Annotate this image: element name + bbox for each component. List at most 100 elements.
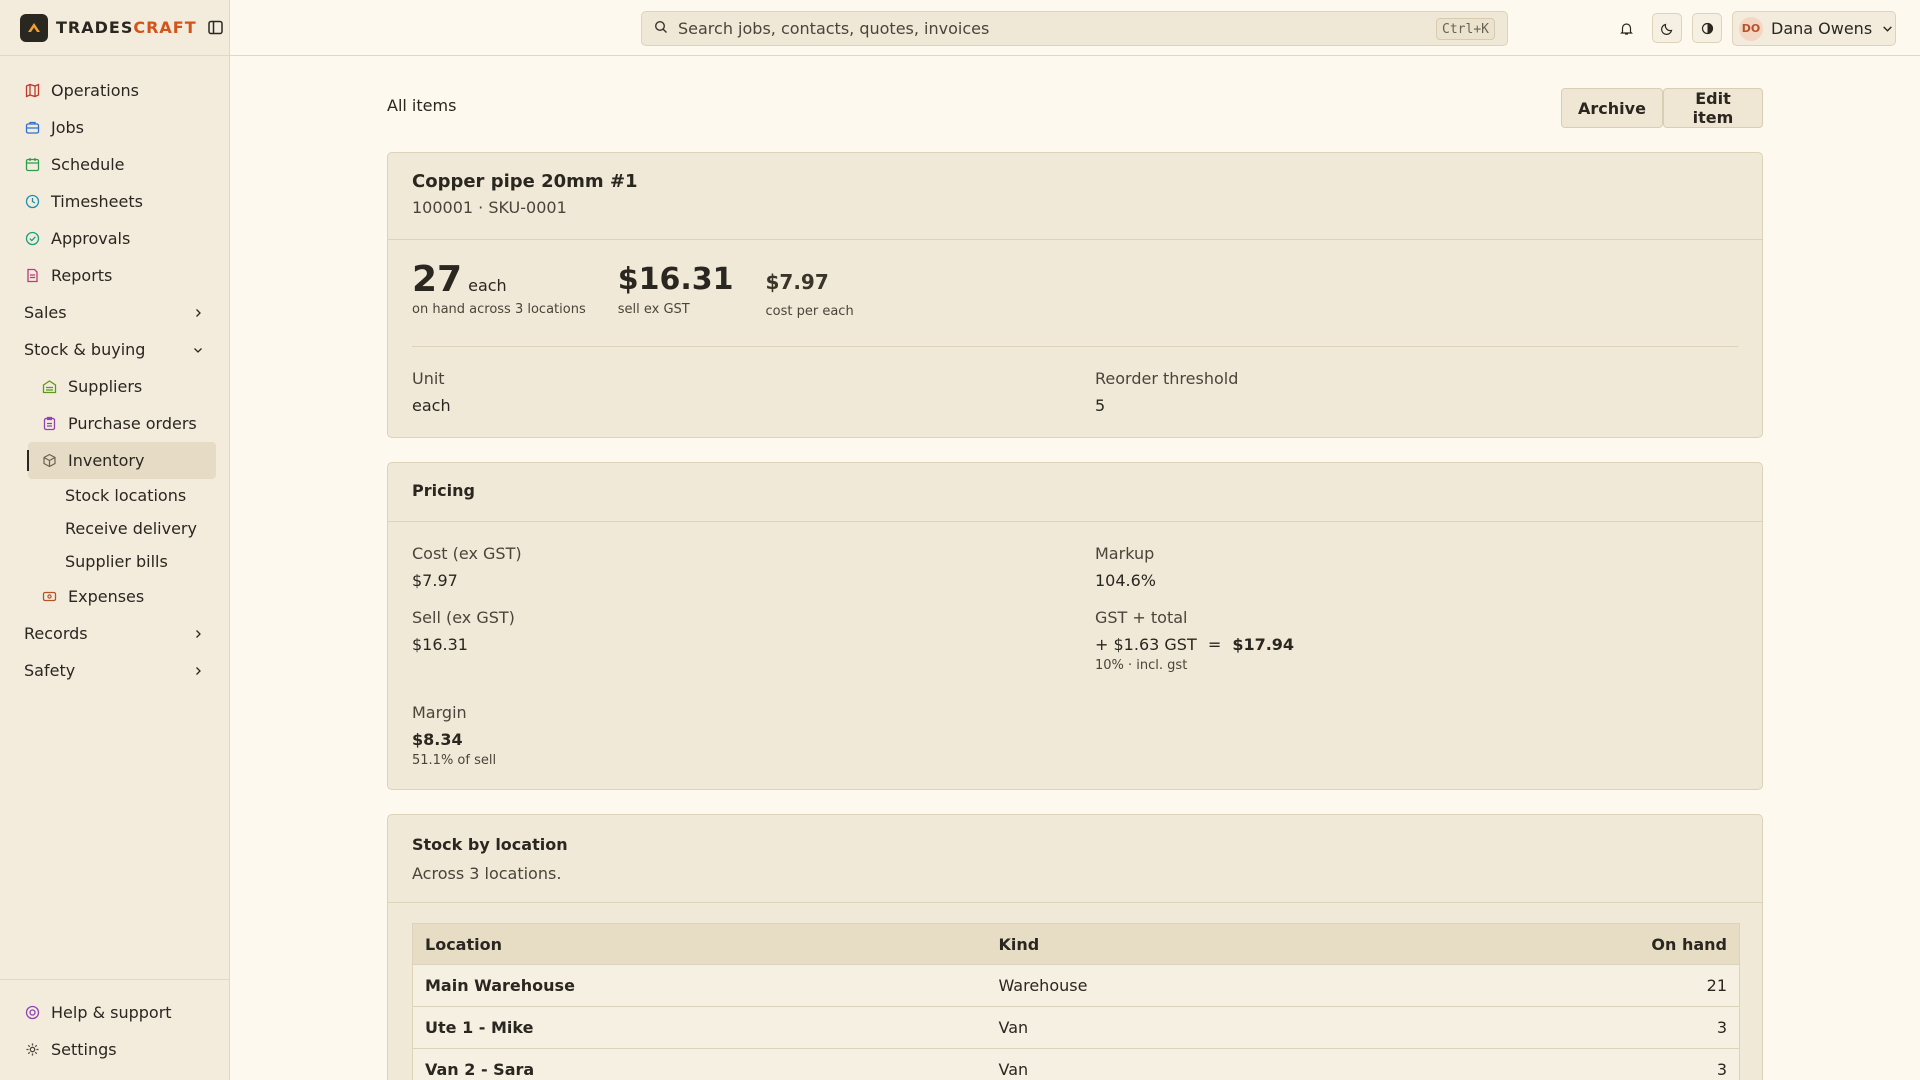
sidebar-item-label: Settings xyxy=(51,1040,117,1059)
calendar-icon xyxy=(24,157,40,173)
clock-icon xyxy=(24,194,40,210)
shortcut-hint: Ctrl+K xyxy=(1436,18,1495,40)
bell-icon[interactable] xyxy=(1611,13,1641,43)
item-name: Copper pipe 20mm #1 xyxy=(412,171,638,192)
field-label: Markup xyxy=(1095,544,1155,563)
sidebar-group-label: Stock & buying xyxy=(24,340,146,359)
field-value: $16.31 xyxy=(412,635,468,654)
column-kind[interactable]: Kind xyxy=(986,923,1561,965)
sidebar-group-sales[interactable]: Sales xyxy=(0,294,229,331)
cell-location: Ute 1 - Mike xyxy=(412,1006,987,1049)
item-stats: 27 each on hand across 3 locations $16.31… xyxy=(388,240,1762,346)
margin-note: 51.1% of sell xyxy=(412,753,497,768)
item-codes: 100001 · SKU-0001 xyxy=(412,198,567,217)
sidebar-item-label: Help & support xyxy=(51,1003,172,1022)
sidebar-item-label: Operations xyxy=(51,81,139,100)
field-label: GST + total xyxy=(1095,608,1188,627)
sidebar-item-label: Inventory xyxy=(68,451,145,470)
field-label: Sell (ex GST) xyxy=(412,608,515,627)
sidebar-item-timesheets[interactable]: Timesheets xyxy=(0,183,229,220)
stock-title: Stock by location xyxy=(412,835,568,854)
sidebar-item-label: Timesheets xyxy=(51,192,143,211)
cost-value: $7.97 xyxy=(765,270,829,294)
gst-field: GST + total + $1.63 GST = $17.94 10% · i… xyxy=(1095,608,1738,673)
chevron-down-icon xyxy=(193,340,203,359)
sidebar-item-schedule[interactable]: Schedule xyxy=(0,146,229,183)
reorder-field: Reorder threshold 5 xyxy=(1095,369,1738,415)
clipboard-icon xyxy=(41,416,57,432)
sidebar-item-purchase-orders[interactable]: Purchase orders xyxy=(0,405,229,442)
table-row[interactable]: Main Warehouse Warehouse 21 xyxy=(412,964,1740,1007)
map-icon xyxy=(24,83,40,99)
on-hand-value: 27 xyxy=(412,259,463,300)
avatar: DO xyxy=(1739,16,1763,41)
receipt-icon xyxy=(41,589,57,605)
sidebar-item-approvals[interactable]: Approvals xyxy=(0,220,229,257)
sidebar-item-expenses[interactable]: Expenses xyxy=(0,578,229,615)
breadcrumb-all-items[interactable]: All items xyxy=(387,96,456,115)
logo-icon[interactable] xyxy=(20,13,48,42)
check-circle-icon xyxy=(24,231,40,247)
sidebar-item-label: Expenses xyxy=(68,587,145,606)
moon-icon[interactable] xyxy=(1652,13,1682,43)
topbar: Search jobs, contacts, quotes, invoices … xyxy=(230,0,1920,56)
table-row[interactable]: Van 2 - Sara Van 3 xyxy=(412,1048,1740,1080)
cost-field: Cost (ex GST) $7.97 xyxy=(412,544,1095,590)
sidebar-item-label: Suppliers xyxy=(68,377,143,396)
edit-item-button[interactable]: Edit item xyxy=(1663,88,1763,128)
sidebar-item-inventory[interactable]: Inventory xyxy=(27,442,216,479)
sidebar-item-jobs[interactable]: Jobs xyxy=(0,109,229,146)
chevron-down-icon xyxy=(1882,19,1893,38)
search-input[interactable]: Search jobs, contacts, quotes, invoices … xyxy=(641,11,1508,46)
sidebar-item-stock-locations[interactable]: Stock locations xyxy=(0,479,229,512)
field-value: each xyxy=(412,396,451,415)
cell-on-hand: 21 xyxy=(1560,964,1740,1007)
stock-by-location-card: Stock by location Across 3 locations. Lo… xyxy=(387,814,1763,1080)
field-value: 104.6% xyxy=(1095,571,1157,590)
user-name: Dana Owens xyxy=(1771,19,1873,38)
sidebar-item-label: Jobs xyxy=(51,118,84,137)
column-on-hand[interactable]: On hand xyxy=(1560,923,1740,965)
contrast-icon[interactable] xyxy=(1692,13,1722,43)
on-hand-unit: each xyxy=(468,276,507,295)
table-row[interactable]: Ute 1 - Mike Van 3 xyxy=(412,1006,1740,1049)
on-hand-caption: on hand across 3 locations xyxy=(412,302,586,317)
sidebar-item-operations[interactable]: Operations xyxy=(0,72,229,109)
item-summary-card: Copper pipe 20mm #1 100001 · SKU-0001 27… xyxy=(387,152,1763,438)
cell-location: Van 2 - Sara xyxy=(412,1048,987,1080)
sell-value: $16.31 xyxy=(617,262,734,297)
sidebar-item-supplier-bills[interactable]: Supplier bills xyxy=(0,545,229,578)
field-label: Margin xyxy=(412,703,467,722)
sell-caption: sell ex GST xyxy=(617,302,690,317)
gst-line: + $1.63 GST = $17.94 xyxy=(1095,635,1738,654)
stock-header: Stock by location Across 3 locations. xyxy=(388,815,1762,903)
sidebar-item-label: Schedule xyxy=(51,155,125,174)
user-menu[interactable]: DO Dana Owens xyxy=(1732,11,1896,46)
cell-on-hand: 3 xyxy=(1560,1048,1740,1080)
stat-cost: $7.97 cost per each xyxy=(766,260,854,346)
sidebar-group-records[interactable]: Records xyxy=(0,615,229,652)
pricing-card: Pricing Cost (ex GST) $7.97 Markup 104.6… xyxy=(387,462,1763,790)
sidebar-item-label: Purchase orders xyxy=(68,414,197,433)
sidebar-item-receive-delivery[interactable]: Receive delivery xyxy=(0,512,229,545)
sidebar-collapse-icon[interactable] xyxy=(207,19,225,37)
sidebar-group-safety[interactable]: Safety xyxy=(0,652,229,689)
item-header: Copper pipe 20mm #1 100001 · SKU-0001 xyxy=(388,153,1762,240)
sidebar-item-suppliers[interactable]: Suppliers xyxy=(0,368,229,405)
pricing-grid: Cost (ex GST) $7.97 Markup 104.6% Sell (… xyxy=(388,522,1762,768)
stock-subtitle: Across 3 locations. xyxy=(412,864,562,883)
sidebar-item-reports[interactable]: Reports xyxy=(0,257,229,294)
column-location[interactable]: Location xyxy=(412,923,987,965)
gst-note: 10% · incl. gst xyxy=(1095,658,1188,673)
sidebar-item-settings[interactable]: Settings xyxy=(0,1031,229,1068)
gst-equals: = xyxy=(1207,635,1222,654)
sidebar-item-label: Supplier bills xyxy=(65,552,168,571)
sidebar-item-help[interactable]: Help & support xyxy=(0,994,229,1031)
archive-button[interactable]: Archive xyxy=(1561,88,1663,128)
field-value: $8.34 xyxy=(412,730,463,749)
sidebar-group-stock[interactable]: Stock & buying xyxy=(0,331,229,368)
pricing-header: Pricing xyxy=(388,463,1762,522)
cell-location: Main Warehouse xyxy=(412,964,987,1007)
package-icon xyxy=(41,453,57,469)
sidebar-group-label: Records xyxy=(24,624,88,643)
